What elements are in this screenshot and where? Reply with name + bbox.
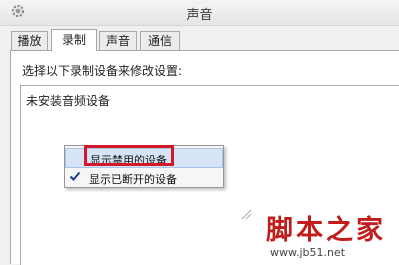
checkmark-icon [69,171,81,181]
instruction-text: 选择以下录制设备来修改设置: [22,64,183,78]
title-bar: 声音 [0,0,399,26]
menu-item-show-disconnected[interactable]: 显示已断开的设备 [65,168,223,188]
tab-label: 声音 [105,34,130,48]
window-title: 声音 [186,8,213,23]
tab-sounds[interactable]: 声音 [99,31,137,50]
resize-grip-icon [241,209,252,220]
empty-list-message: 未安装音频设备 [26,94,111,108]
annotation-highlight-box [84,145,174,166]
tab-label: 播放 [17,34,42,48]
tab-recording[interactable]: 录制 [51,29,97,51]
tab-label: 通信 [147,34,172,48]
tab-label: 录制 [61,33,86,47]
menu-item-label: 显示已断开的设备 [89,173,177,186]
watermark-logo: 脚本之家 [266,215,386,246]
watermark-url: www.jb51.net [270,246,346,259]
tab-communications[interactable]: 通信 [140,31,180,50]
tab-playback[interactable]: 播放 [11,31,48,50]
watermark: 脚本之家 www.jb51.net [266,208,399,264]
